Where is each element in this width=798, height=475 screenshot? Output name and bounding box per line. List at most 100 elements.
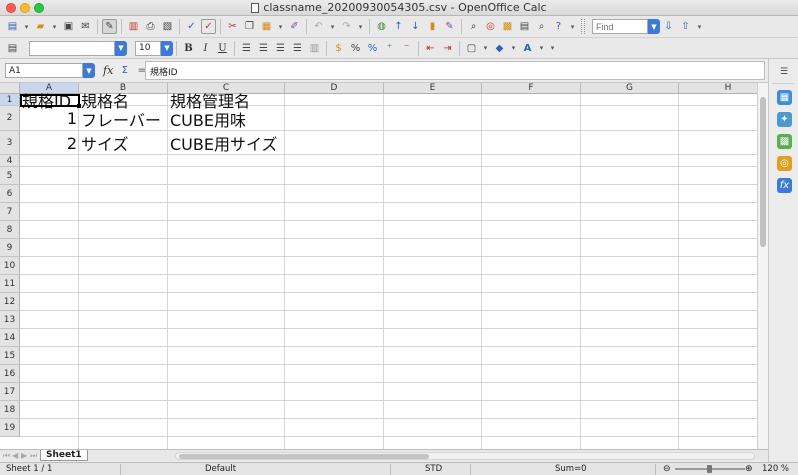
column-header-g[interactable]: G — [581, 83, 679, 94]
toolbar-grip[interactable] — [581, 19, 585, 34]
styles-formatting-icon[interactable]: ▤ — [5, 41, 20, 56]
cell-a2[interactable]: 1 — [20, 106, 79, 131]
spreadsheet-grid[interactable]: A B C D E F G H 1 2 3 4 5 6 7 8 9 10 11 12 13 14 15 16 17 18 19 規格I… — [0, 83, 768, 449]
row-header-13[interactable]: 13 — [0, 311, 20, 329]
row-header-5[interactable]: 5 — [0, 167, 20, 185]
zoom-window-button[interactable] — [34, 3, 44, 13]
navigator-icon[interactable]: ◎ — [483, 19, 498, 34]
row-header-11[interactable]: 11 — [0, 275, 20, 293]
email-icon[interactable]: ✉ — [78, 19, 93, 34]
row-header-2[interactable]: 2 — [0, 106, 20, 131]
row-header-4[interactable]: 4 — [0, 155, 20, 167]
styles-icon[interactable]: ✦ — [777, 112, 792, 127]
vertical-scrollbar[interactable] — [757, 83, 768, 449]
merge-cells-icon[interactable]: ▥ — [307, 41, 322, 56]
align-center-icon[interactable]: ☰ — [256, 41, 271, 56]
add-decimal-icon[interactable]: ⁺ — [382, 41, 397, 56]
row-header-17[interactable]: 17 — [0, 383, 20, 401]
find-input[interactable] — [592, 19, 648, 34]
sidebar-menu-icon[interactable]: ☰ — [780, 67, 788, 77]
column-header-d[interactable]: D — [285, 83, 384, 94]
help-icon[interactable]: ? — [551, 19, 566, 34]
select-all-corner[interactable] — [0, 83, 20, 94]
zoom-in-icon[interactable]: ⊕ — [745, 464, 753, 475]
zoom-slider-thumb[interactable] — [707, 465, 712, 473]
formatting-toolbar-options-icon[interactable]: ▾ — [548, 41, 557, 56]
first-sheet-icon[interactable]: ⏮ — [3, 451, 10, 461]
borders-dropdown-icon[interactable]: ▾ — [481, 41, 490, 56]
autospellcheck-icon[interactable]: ✓ — [201, 19, 216, 34]
font-name-dropdown-icon[interactable]: ▼ — [115, 40, 127, 56]
zoom-level[interactable]: 120 % — [762, 464, 789, 475]
properties-icon[interactable]: ▦ — [777, 90, 792, 105]
row-header-1[interactable]: 1 — [0, 94, 20, 106]
minimize-window-button[interactable] — [20, 3, 30, 13]
horizontal-scrollbar[interactable] — [175, 452, 755, 460]
font-color-icon[interactable]: A — [520, 41, 535, 56]
vertical-scroll-thumb[interactable] — [760, 97, 766, 247]
row-header-3[interactable]: 3 — [0, 131, 20, 155]
close-window-button[interactable] — [6, 3, 16, 13]
export-pdf-icon[interactable]: ▥ — [126, 19, 141, 34]
name-box[interactable]: A1 — [5, 63, 83, 78]
data-sources-icon[interactable]: ▤ — [517, 19, 532, 34]
cell-a3[interactable]: 2 — [20, 131, 79, 155]
row-header-8[interactable]: 8 — [0, 221, 20, 239]
spellcheck-icon[interactable]: ✓ — [184, 19, 199, 34]
cell-c3[interactable]: CUBE用サイズ — [168, 131, 285, 155]
find-toolbar-options-icon[interactable]: ▾ — [695, 19, 704, 34]
row-header-10[interactable]: 10 — [0, 257, 20, 275]
standard-number-format-icon[interactable]: % — [365, 41, 380, 56]
background-color-dropdown-icon[interactable]: ▾ — [509, 41, 518, 56]
page-style[interactable]: Default — [205, 464, 236, 475]
currency-format-icon[interactable]: $ — [331, 41, 346, 56]
cell-b3[interactable]: サイズ — [79, 131, 168, 155]
next-sheet-icon[interactable]: ▶ — [21, 451, 27, 460]
edit-file-icon[interactable]: ✎ — [102, 19, 117, 34]
decrease-indent-icon[interactable]: ⇤ — [423, 41, 438, 56]
italic-button[interactable]: I — [198, 41, 213, 56]
underline-button[interactable]: U — [215, 41, 230, 56]
row-header-6[interactable]: 6 — [0, 185, 20, 203]
zoom-icon[interactable]: ⌕ — [534, 19, 549, 34]
borders-icon[interactable]: ▢ — [464, 41, 479, 56]
font-color-dropdown-icon[interactable]: ▾ — [537, 41, 546, 56]
selection-mode[interactable]: STD — [425, 464, 442, 475]
page-preview-icon[interactable]: ▧ — [160, 19, 175, 34]
clone-formatting-icon[interactable]: ✐ — [287, 19, 302, 34]
paste-icon[interactable]: ▦ — [259, 19, 274, 34]
gallery-icon[interactable]: ▩ — [500, 19, 515, 34]
row-header-16[interactable]: 16 — [0, 365, 20, 383]
sheet-tab-sheet1[interactable]: Sheet1 — [40, 450, 88, 461]
sum-icon[interactable]: Σ — [117, 63, 132, 78]
horizontal-scroll-thumb[interactable] — [179, 454, 429, 459]
open-dropdown-icon[interactable]: ▾ — [50, 19, 59, 34]
find-dropdown-icon[interactable]: ▼ — [648, 19, 660, 34]
undo-icon[interactable]: ↶ — [311, 19, 326, 34]
row-header-12[interactable]: 12 — [0, 293, 20, 311]
increase-indent-icon[interactable]: ⇥ — [440, 41, 455, 56]
show-draw-functions-icon[interactable]: ✎ — [442, 19, 457, 34]
new-dropdown-icon[interactable]: ▾ — [22, 19, 31, 34]
toolbar-options-icon[interactable]: ▾ — [568, 19, 577, 34]
row-header-19[interactable]: 19 — [0, 419, 20, 437]
row-header-7[interactable]: 7 — [0, 203, 20, 221]
delete-decimal-icon[interactable]: ⁻ — [399, 41, 414, 56]
sort-ascending-icon[interactable]: ↑ — [391, 19, 406, 34]
cut-icon[interactable]: ✂ — [225, 19, 240, 34]
background-color-icon[interactable]: ◆ — [492, 41, 507, 56]
bold-button[interactable]: B — [181, 41, 196, 56]
row-header-18[interactable]: 18 — [0, 401, 20, 419]
find-replace-icon[interactable]: ⌕ — [466, 19, 481, 34]
row-header-9[interactable]: 9 — [0, 239, 20, 257]
previous-sheet-icon[interactable]: ◀ — [12, 451, 18, 460]
find-next-icon[interactable]: ⇩ — [661, 19, 676, 34]
cell-c1[interactable]: 規格管理名 — [168, 92, 285, 111]
copy-icon[interactable]: ❐ — [242, 19, 257, 34]
sort-descending-icon[interactable]: ↓ — [408, 19, 423, 34]
formula-input[interactable]: 規格ID — [145, 61, 765, 80]
hyperlink-icon[interactable]: ◍ — [374, 19, 389, 34]
last-sheet-icon[interactable]: ⏭ — [30, 451, 37, 461]
gallery-sidebar-icon[interactable]: ▩ — [777, 134, 792, 149]
justify-icon[interactable]: ☰ — [290, 41, 305, 56]
